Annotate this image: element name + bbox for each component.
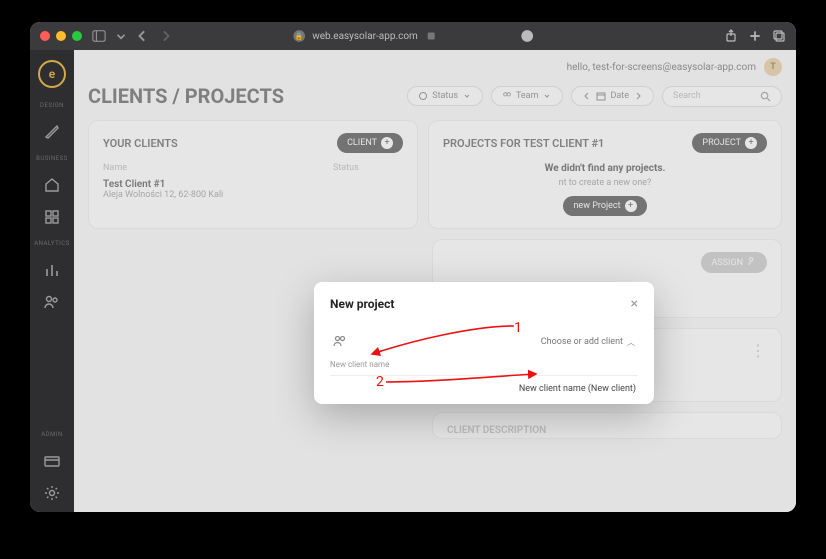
sidebar-group-label: ADMIN — [41, 431, 63, 438]
gear-icon[interactable] — [43, 484, 61, 502]
client-chooser[interactable]: Choose or add client ︿ — [330, 330, 638, 354]
app-window: 🔒 web.easysolar-app.com e — [30, 22, 796, 512]
site-settings-icon[interactable] — [424, 29, 438, 43]
new-tab-icon[interactable] — [748, 29, 762, 43]
traffic-lights — [40, 31, 82, 41]
people-icon — [333, 335, 347, 349]
choose-label: Choose or add client — [541, 337, 623, 347]
forward-icon[interactable] — [158, 29, 172, 43]
modal-title: New project — [330, 297, 394, 311]
new-project-modal: New project × Choose or add client ︿ New… — [314, 282, 654, 404]
logo-letter: e — [49, 67, 55, 81]
tabs-overview-icon[interactable] — [772, 29, 786, 43]
main-content: hello, test-for-screens@easysolar-app.co… — [74, 50, 796, 512]
close-icon[interactable]: × — [631, 296, 638, 312]
back-icon[interactable] — [136, 29, 150, 43]
modal-overlay[interactable] — [74, 50, 796, 512]
app-logo[interactable]: e — [38, 60, 66, 88]
reader-icon[interactable] — [520, 29, 534, 43]
close-window-icon[interactable] — [40, 31, 50, 41]
bar-chart-icon[interactable] — [43, 261, 61, 279]
svg-text:🔒: 🔒 — [295, 32, 304, 40]
card-icon[interactable] — [43, 452, 61, 470]
share-icon[interactable] — [724, 29, 738, 43]
browser-titlebar: 🔒 web.easysolar-app.com — [30, 22, 796, 50]
people-icon[interactable] — [43, 293, 61, 311]
chevron-up-icon: ︿ — [627, 337, 635, 348]
sidebar-group-label: BUSINESS — [36, 155, 68, 162]
sidebar-group-label: DESIGN — [40, 102, 64, 109]
client-suggestion-item[interactable]: New client name (New client) — [330, 375, 638, 396]
address-bar-url[interactable]: web.easysolar-app.com — [312, 31, 418, 42]
new-client-name-label: New client name — [330, 360, 638, 369]
home-icon[interactable] — [43, 176, 61, 194]
minimize-window-icon[interactable] — [56, 31, 66, 41]
maximize-window-icon[interactable] — [72, 31, 82, 41]
app-sidebar: e DESIGN BUSINESS ANALYTICS ADMIN — [30, 50, 74, 512]
sidebar-group-label: ANALYTICS — [34, 240, 70, 247]
draw-icon[interactable] — [43, 123, 61, 141]
grid-icon[interactable] — [43, 208, 61, 226]
sidebar-toggle-icon[interactable] — [92, 29, 106, 43]
lock-icon: 🔒 — [292, 29, 306, 43]
chevron-down-icon[interactable] — [114, 29, 128, 43]
